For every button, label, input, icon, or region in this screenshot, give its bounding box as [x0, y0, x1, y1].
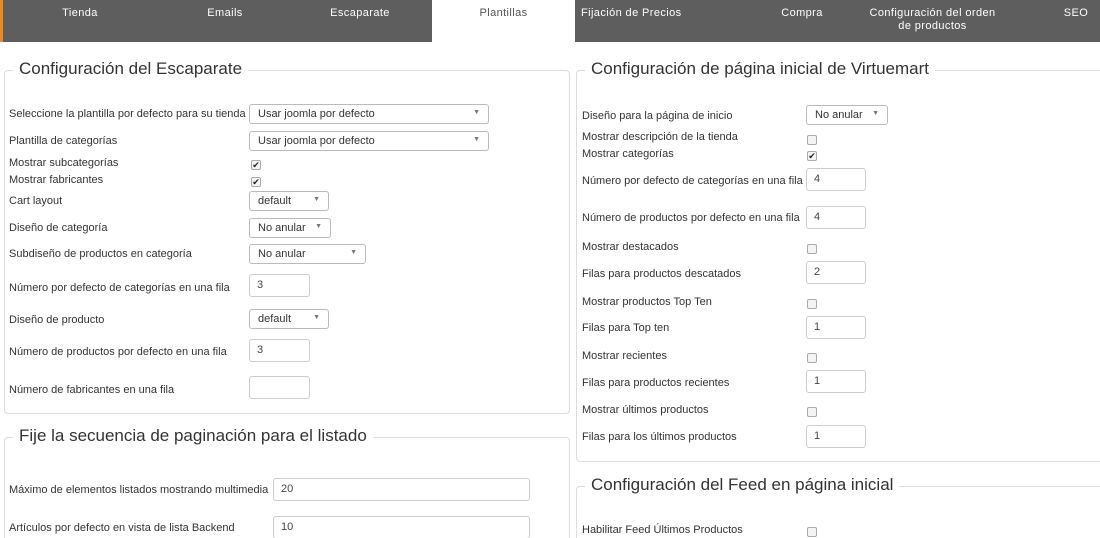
tab-emails[interactable]: Emails	[180, 0, 270, 42]
cart-layout-label: Cart layout	[9, 195, 63, 207]
chevron-down-icon: ▼	[313, 314, 320, 321]
latest-rows-input[interactable]: 1	[806, 425, 866, 448]
manuf-per-row-label: Número de fabricantes en una fila	[9, 384, 175, 396]
featured-rows-input[interactable]: 2	[806, 261, 866, 284]
home-design-label: Diseño para la página de inicio	[582, 110, 733, 122]
cat-template-select[interactable]: Usar joomla por defecto ▼	[249, 131, 489, 151]
chevron-down-icon: ▼	[473, 109, 480, 116]
home-legend: Configuración de página inicial de Virtu…	[585, 59, 935, 79]
chevron-down-icon: ▼	[315, 223, 322, 230]
chevron-down-icon: ▼	[313, 196, 320, 203]
featured-rows-label: Filas para productos descatados	[582, 268, 741, 280]
cat-design-select[interactable]: No anular ▼	[249, 218, 331, 238]
feed-legend: Configuración del Feed en página inicial	[585, 475, 900, 495]
show-manuf-checkbox[interactable]: ✔	[251, 177, 261, 187]
tab-compra[interactable]: Compra	[752, 0, 852, 42]
show-desc-label: Mostrar descripción de la tienda	[582, 131, 738, 143]
recent-rows-input[interactable]: 1	[806, 370, 866, 393]
tab-tienda[interactable]: Tienda	[20, 0, 140, 42]
chevron-down-icon: ▼	[350, 249, 357, 256]
show-featured-label: Mostrar destacados	[582, 241, 679, 253]
show-topten-checkbox[interactable]	[807, 299, 817, 309]
tab-bar-accent	[0, 0, 3, 42]
articles-input[interactable]: 10	[273, 516, 530, 538]
show-topten-label: Mostrar productos Top Ten	[582, 296, 712, 308]
cats-per-row-input[interactable]: 3	[249, 274, 310, 297]
cats-per-row-label: Número por defecto de categorías en una …	[9, 282, 230, 294]
tab-fijacion-de-precios[interactable]: Fijación de Precios	[577, 0, 722, 42]
home-cats-per-row-label: Número por defecto de categorías en una …	[582, 175, 803, 187]
chevron-down-icon: ▼	[872, 110, 879, 117]
show-subcat-label: Mostrar subcategorías	[9, 157, 119, 169]
max-items-label: Máximo de elementos listados mostrando m…	[9, 484, 269, 496]
escaparate-legend: Configuración del Escaparate	[13, 59, 249, 79]
show-featured-checkbox[interactable]	[807, 244, 817, 254]
show-desc-checkbox[interactable]	[807, 135, 817, 145]
topten-rows-input[interactable]: 1	[806, 316, 866, 339]
show-latest-checkbox[interactable]	[807, 407, 817, 417]
max-items-input[interactable]: 20	[273, 478, 530, 501]
topten-rows-label: Filas para Top ten	[582, 322, 670, 334]
show-latest-label: Mostrar últimos productos	[582, 404, 709, 416]
show-cats-checkbox[interactable]: ✔	[807, 151, 817, 161]
tab-configuracion-orden[interactable]: Configuración del orden de productos	[855, 0, 1010, 42]
template-label: Seleccione la plantilla por defecto para…	[9, 108, 246, 120]
home-products-per-row-input[interactable]: 4	[806, 206, 866, 229]
latest-rows-label: Filas para los últimos productos	[582, 431, 737, 443]
cat-design-label: Diseño de categoría	[9, 222, 108, 234]
subdesign-select[interactable]: No anular ▼	[249, 244, 366, 264]
manuf-per-row-input[interactable]	[249, 376, 310, 399]
cat-template-label: Plantilla de categorías	[9, 135, 118, 147]
home-design-select[interactable]: No anular ▼	[806, 105, 888, 125]
product-design-select[interactable]: default ▼	[249, 309, 329, 329]
home-cats-per-row-input[interactable]: 4	[806, 168, 866, 191]
template-select[interactable]: Usar joomla por defecto ▼	[249, 104, 489, 124]
show-recent-checkbox[interactable]	[807, 353, 817, 363]
tab-seo[interactable]: SEO	[1052, 0, 1100, 42]
tab-plantillas[interactable]: Plantillas	[432, 0, 575, 42]
show-cats-label: Mostrar categorías	[582, 148, 674, 160]
products-per-row-input[interactable]: 3	[249, 339, 310, 362]
product-design-label: Diseño de producto	[9, 314, 105, 326]
products-per-row-label: Número de productos por defecto en una f…	[9, 346, 227, 358]
paginacion-legend: Fije la secuencia de paginación para el …	[13, 426, 373, 446]
cart-layout-select[interactable]: default ▼	[249, 191, 329, 211]
chevron-down-icon: ▼	[473, 136, 480, 143]
articles-label: Artículos por defecto en vista de lista …	[9, 522, 235, 534]
tab-escaparate[interactable]: Escaparate	[300, 0, 420, 42]
tab-bar: Tienda Emails Escaparate Plantillas Fija…	[0, 0, 1100, 42]
show-subcat-checkbox[interactable]: ✔	[251, 160, 261, 170]
enable-latest-feed-checkbox[interactable]	[807, 527, 817, 537]
enable-latest-feed-label: Habilitar Feed Últimos Productos	[582, 524, 743, 536]
show-manuf-label: Mostrar fabricantes	[9, 174, 104, 186]
recent-rows-label: Filas para productos recientes	[582, 377, 730, 389]
show-recent-label: Mostrar recientes	[582, 350, 667, 362]
subdesign-label: Subdiseño de productos en categoría	[9, 248, 192, 260]
home-products-per-row-label: Número de productos por defecto en una f…	[582, 212, 800, 224]
